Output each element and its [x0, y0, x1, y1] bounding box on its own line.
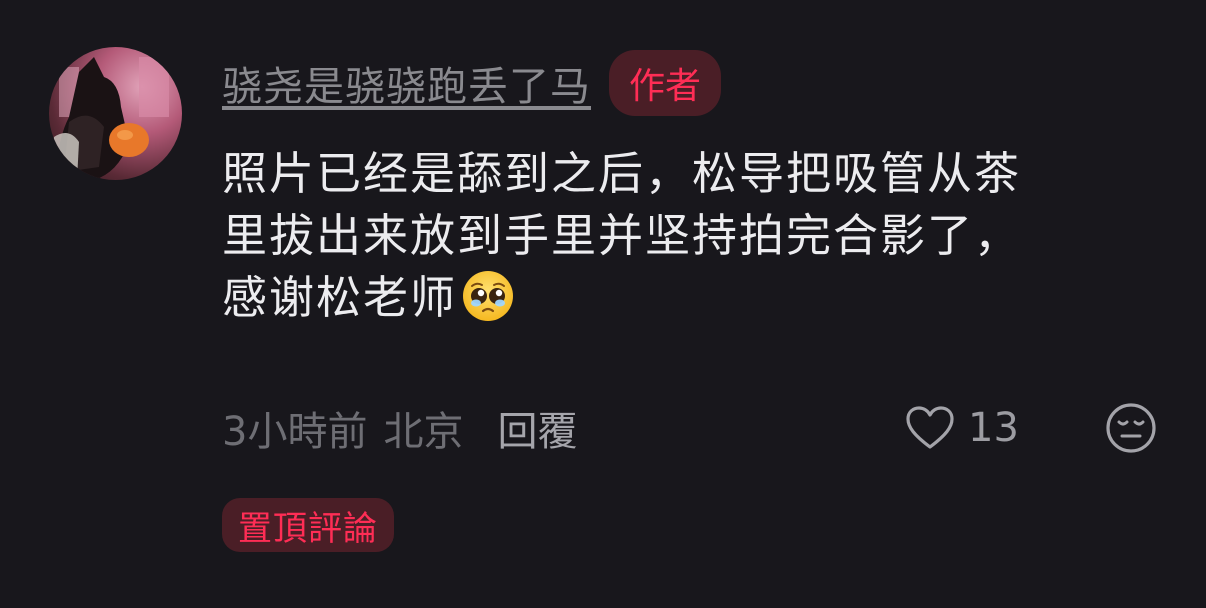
comment-line-last: 感谢松老师 — [222, 267, 1152, 329]
comment-line: 照片已经是舔到之后，松导把吸管从茶 — [222, 147, 1022, 200]
avatar[interactable] — [49, 47, 182, 180]
pleading-face-icon — [463, 271, 514, 321]
reply-button[interactable]: 回覆 — [497, 399, 577, 457]
comment-line: 里拔出来放到手里并坚持拍完合影了， — [222, 209, 1022, 262]
dog-photo-icon — [49, 57, 169, 180]
comment-meta: 3小時前 北京 回覆 — [222, 400, 577, 456]
username-link[interactable]: 骁尧是骁骁跑丢了马 — [222, 54, 591, 112]
location: 北京 — [383, 409, 464, 455]
like-button[interactable]: 13 — [904, 402, 1019, 454]
comment-body: 照片已经是舔到之后，松导把吸管从茶 里拔出来放到手里并坚持拍完合影了， 感谢松老… — [222, 143, 1152, 329]
timestamp: 3小時前 — [222, 409, 368, 455]
author-badge: 作者 — [609, 50, 722, 116]
pinned-comment-badge: 置頂評論 — [222, 498, 394, 552]
comment-header: 骁尧是骁骁跑丢了马 作者 — [222, 50, 722, 116]
heart-icon — [906, 406, 954, 449]
like-count: 13 — [968, 405, 1019, 451]
dislike-face-icon[interactable] — [1105, 402, 1157, 454]
comment-line-text: 感谢松老师 — [222, 271, 458, 324]
